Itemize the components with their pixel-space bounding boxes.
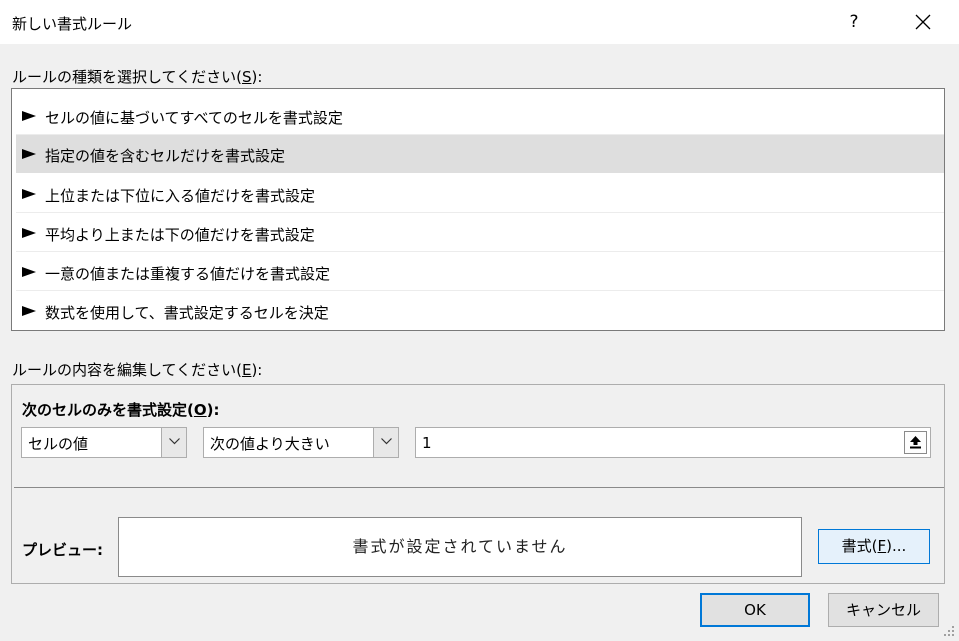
range-select-button[interactable] bbox=[904, 431, 927, 454]
rule-edit-label: ルールの内容を編集してください(E): bbox=[12, 361, 263, 379]
rule-type-list[interactable]: セルの値に基づいてすべてのセルを書式設定 指定の値を含むセルだけを書式設定 上位… bbox=[11, 88, 945, 331]
rule-item-label: 一意の値または重複する値だけを書式設定 bbox=[45, 265, 331, 283]
rule-item-label: 平均より上または下の値だけを書式設定 bbox=[45, 226, 315, 244]
operator-dropdown-button[interactable] bbox=[373, 428, 398, 457]
condition-label: 次のセルのみを書式設定(O): bbox=[22, 401, 220, 419]
divider bbox=[14, 487, 944, 488]
triangle-right-icon bbox=[22, 111, 36, 121]
format-accel: F bbox=[877, 537, 887, 555]
chevron-down-icon bbox=[168, 438, 180, 445]
rule-type-accel: S bbox=[241, 68, 252, 86]
rule-item-formula[interactable]: 数式を使用して、書式設定するセルを決定 bbox=[16, 292, 944, 330]
preview-box: 書式が設定されていません bbox=[118, 517, 802, 577]
rule-item-label: 数式を使用して、書式設定するセルを決定 bbox=[45, 304, 329, 322]
triangle-right-icon bbox=[22, 149, 36, 159]
operator-value: 次の値より大きい bbox=[210, 435, 330, 453]
cancel-button[interactable]: キャンセル bbox=[828, 593, 939, 627]
value-text: 1 bbox=[422, 434, 432, 452]
title-bar: 新しい書式ルール ? bbox=[0, 0, 959, 44]
dialog-title: 新しい書式ルール bbox=[12, 15, 133, 33]
rule-item-label: 上位または下位に入る値だけを書式設定 bbox=[45, 187, 316, 205]
close-button[interactable] bbox=[908, 8, 938, 36]
triangle-right-icon bbox=[22, 267, 36, 277]
condition-accel: O bbox=[193, 401, 207, 419]
value-input[interactable]: 1 bbox=[415, 427, 931, 458]
rule-item-above-below-average[interactable]: 平均より上または下の値だけを書式設定 bbox=[16, 214, 944, 252]
operator-dropdown[interactable]: 次の値より大きい bbox=[203, 427, 399, 458]
ok-button[interactable]: OK bbox=[700, 593, 810, 627]
triangle-right-icon bbox=[22, 189, 36, 199]
rule-item-unique-duplicate[interactable]: 一意の値または重複する値だけを書式設定 bbox=[16, 253, 944, 291]
resize-grip-icon[interactable] bbox=[940, 622, 956, 638]
triangle-right-icon bbox=[22, 306, 36, 316]
chevron-down-icon bbox=[380, 438, 392, 445]
rule-item-top-bottom[interactable]: 上位または下位に入る値だけを書式設定 bbox=[16, 175, 944, 213]
format-button[interactable]: 書式(F)... bbox=[818, 529, 930, 564]
cell-type-dropdown-button[interactable] bbox=[161, 428, 186, 457]
rule-item-label: 指定の値を含むセルだけを書式設定 bbox=[45, 147, 286, 165]
help-button[interactable]: ? bbox=[840, 8, 868, 36]
rule-edit-panel: 次のセルのみを書式設定(O): セルの値 次の値より大きい 1 プレビュー: 書… bbox=[11, 384, 945, 584]
rule-item-label: セルの値に基づいてすべてのセルを書式設定 bbox=[45, 109, 343, 127]
cell-type-dropdown[interactable]: セルの値 bbox=[21, 427, 187, 458]
cell-type-value: セルの値 bbox=[28, 435, 89, 453]
preview-label: プレビュー: bbox=[22, 541, 103, 559]
triangle-right-icon bbox=[22, 228, 36, 238]
rule-item-cells-containing[interactable]: 指定の値を含むセルだけを書式設定 bbox=[16, 135, 944, 173]
close-icon bbox=[915, 14, 931, 30]
upload-arrow-icon bbox=[910, 436, 921, 449]
rule-item-all-cells[interactable]: セルの値に基づいてすべてのセルを書式設定 bbox=[16, 97, 944, 135]
rule-type-label: ルールの種類を選択してください(S): bbox=[12, 68, 263, 86]
